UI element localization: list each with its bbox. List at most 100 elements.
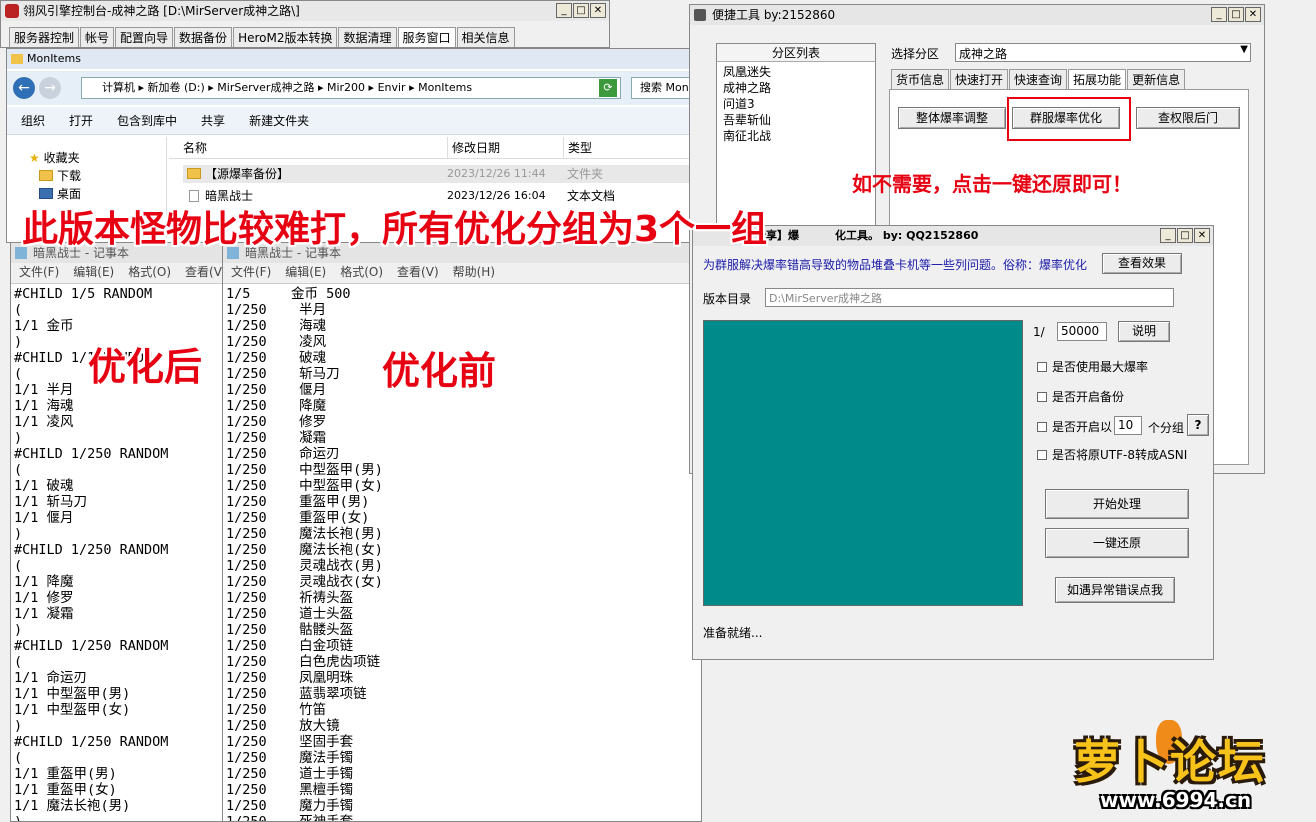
breadcrumb-item[interactable]: Mir200	[327, 81, 365, 94]
menu-item[interactable]: 查看(V)	[185, 265, 225, 279]
close-button[interactable]: ✕	[1194, 228, 1210, 243]
column-headers: 名称 修改日期 类型	[169, 137, 695, 159]
check-backdoor-button[interactable]: 查权限后门	[1136, 107, 1240, 129]
tab-console-7[interactable]: 相关信息	[456, 27, 515, 47]
back-icon[interactable]: ←	[13, 77, 35, 99]
refresh-icon[interactable]: ⟳	[599, 79, 617, 97]
tab-console-2[interactable]: 配置向导	[115, 27, 174, 47]
chevron-down-icon: ▼	[1240, 44, 1248, 55]
close-button[interactable]: ✕	[1245, 7, 1261, 22]
forward-icon[interactable]: →	[39, 77, 61, 99]
watermark-url: www.6994.cn	[1100, 788, 1252, 812]
toolbar-item[interactable]: 共享	[201, 112, 225, 129]
breadcrumb-separator-icon: ▸	[365, 81, 378, 94]
toolbar-item[interactable]: 新建文件夹	[249, 112, 309, 129]
group-count-input[interactable]: 10	[1114, 416, 1142, 435]
sidebar-item-favorites[interactable]: ★ 收藏夹	[29, 149, 80, 166]
breadcrumb-item[interactable]: 新加卷 (D:)	[148, 81, 205, 94]
utf8-convert-checkbox[interactable]: 是否将原UTF-8转成ASNI	[1037, 446, 1187, 463]
menu-item[interactable]: 文件(F)	[231, 265, 271, 279]
breadcrumb-item[interactable]: MirServer成神之路	[217, 81, 314, 94]
notepad-after-menu: 文件(F) 编辑(E) 格式(O) 查看(V)	[11, 263, 225, 281]
tab-quick-tool-0[interactable]: 货币信息	[891, 69, 950, 89]
menu-item[interactable]: 查看(V)	[397, 265, 439, 279]
notepad-after-window: 暗黑战士 - 记事本 文件(F) 编辑(E) 格式(O) 查看(V) #CHILD 1…	[10, 242, 226, 822]
use-max-rate-checkbox[interactable]: 是否使用最大爆率	[1037, 358, 1148, 375]
tab-quick-tool-1[interactable]: 快速打开	[950, 69, 1009, 89]
partition-list-item[interactable]: 成神之路	[723, 80, 869, 96]
breadcrumb-separator-icon: ▸	[314, 81, 327, 94]
partition-list-item[interactable]: 吾辈斩仙	[723, 112, 869, 128]
notepad-before-window: 暗黑战士 - 记事本 文件(F) 编辑(E) 格式(O) 查看(V) 帮助(H) 1/5…	[222, 242, 702, 822]
minimize-button[interactable]: _	[1160, 228, 1176, 243]
explain-button[interactable]: 说明	[1118, 321, 1170, 342]
ratio-prefix: 1/	[1033, 325, 1045, 339]
partition-select[interactable]: 成神之路 ▼	[955, 43, 1251, 62]
console-app-icon	[5, 4, 19, 18]
sidebar-item-downloads[interactable]: 下载	[39, 167, 81, 184]
breadcrumb-item[interactable]: MonItems	[418, 81, 472, 94]
tab-quick-tool-3[interactable]: 拓展功能	[1068, 69, 1127, 89]
error-help-button[interactable]: 如遇异常错误点我	[1055, 577, 1175, 603]
view-effect-button[interactable]: 查看效果	[1102, 253, 1182, 274]
breadcrumb-separator-icon: ▸	[135, 81, 148, 94]
maximize-button[interactable]: □	[573, 3, 589, 18]
menu-item[interactable]: 格式(O)	[340, 265, 383, 279]
table-row[interactable]: 【源爆率备份】 2023/12/26 11:44 文件夹	[183, 165, 695, 183]
headline-annotation: 此版本怪物比较难打，所有优化分组为3个一组	[22, 209, 768, 250]
tab-quick-tool-4[interactable]: 更新信息	[1127, 69, 1186, 89]
toolbar-item[interactable]: 打开	[69, 112, 93, 129]
partition-items: 凤凰迷失 成神之路 问道3 吾辈斩仙 南征北战	[717, 62, 875, 146]
toolbar-item[interactable]: 组织	[21, 112, 45, 129]
downloads-icon	[39, 170, 53, 181]
column-date[interactable]: 修改日期	[447, 137, 500, 159]
optimizer-description: 为群服解决爆率错高导致的物品堆叠卡机等一些列问题。俗称：爆率优化	[703, 258, 1088, 272]
close-button[interactable]: ✕	[590, 3, 606, 18]
overall-rate-button[interactable]: 整体爆率调整	[898, 107, 1006, 129]
help-button[interactable]: ?	[1187, 414, 1209, 436]
tab-console-1[interactable]: 帐号	[80, 27, 115, 47]
tab-console-3[interactable]: 数据备份	[174, 27, 233, 47]
forum-watermark: 萝卜论坛 www.6994.cn	[1070, 718, 1310, 818]
app-icon	[694, 9, 706, 21]
column-name[interactable]: 名称	[183, 137, 207, 159]
tab-console-4[interactable]: HeroM2版本转换	[233, 27, 338, 47]
breadcrumb-item[interactable]: Envir	[378, 81, 406, 94]
maximize-button[interactable]: □	[1228, 7, 1244, 22]
address-field[interactable]: 计算机 ▸ 新加卷 (D:) ▸ MirServer成神之路 ▸ Mir200 …	[81, 77, 621, 99]
minimize-button[interactable]: _	[1211, 7, 1227, 22]
before-annotation: 优化前	[382, 349, 497, 393]
ratio-input[interactable]: 50000	[1057, 322, 1107, 341]
tab-quick-tool-2[interactable]: 快速查询	[1009, 69, 1068, 89]
optimizer-window-buttons: _ □ ✕	[1160, 228, 1210, 243]
tab-console-5[interactable]: 数据清理	[338, 27, 397, 47]
menu-item[interactable]: 格式(O)	[128, 265, 171, 279]
breadcrumb-item[interactable]: 计算机	[102, 81, 135, 94]
folder-icon	[11, 54, 23, 64]
select-partition-label: 选择分区	[891, 47, 940, 61]
version-dir-field[interactable]: D:\MirServer成神之路	[765, 288, 1174, 307]
one-click-restore-button[interactable]: 一键还原	[1045, 528, 1189, 558]
start-process-button[interactable]: 开始处理	[1045, 489, 1189, 519]
explorer-title: MonItems	[27, 52, 81, 65]
menu-item[interactable]: 编辑(E)	[285, 265, 326, 279]
search-input[interactable]: 搜索 MonI	[631, 77, 695, 99]
tab-console-6[interactable]: 服务窗口	[397, 27, 456, 47]
enable-group-checkbox[interactable]: 是否开启以	[1037, 418, 1112, 435]
watermark-logo: 萝卜论坛	[1074, 735, 1266, 789]
partition-list-item[interactable]: 问道3	[723, 96, 869, 112]
menu-item[interactable]: 文件(F)	[19, 265, 59, 279]
menu-item[interactable]: 编辑(E)	[73, 265, 114, 279]
partition-list-item[interactable]: 凤凰迷失	[723, 64, 869, 80]
partition-list-item[interactable]: 南征北战	[723, 128, 869, 144]
enable-backup-checkbox[interactable]: 是否开启备份	[1037, 388, 1124, 405]
minimize-button[interactable]: _	[556, 3, 572, 18]
menu-item[interactable]: 帮助(H)	[453, 265, 495, 279]
column-type[interactable]: 类型	[563, 137, 592, 159]
group-suffix: 个分组	[1148, 421, 1185, 435]
toolbar-item[interactable]: 包含到库中	[117, 112, 177, 129]
navigation-bar: ← → 计算机 ▸ 新加卷 (D:) ▸ MirServer成神之路 ▸ Mir…	[7, 71, 695, 105]
maximize-button[interactable]: □	[1177, 228, 1193, 243]
tab-console-0[interactable]: 服务器控制	[9, 27, 80, 47]
console-window: 翎风引擎控制台-成神之路 [D:\MirServer成神之路\] _ □ ✕ 服…	[0, 0, 610, 48]
